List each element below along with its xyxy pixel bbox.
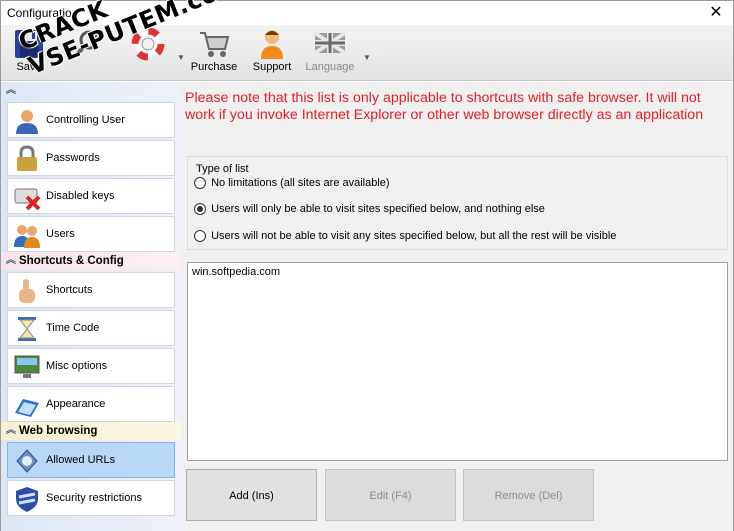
sidebar-item-shortcuts[interactable]: Shortcuts [7, 272, 175, 308]
edit-button[interactable]: Edit (F4) [325, 469, 456, 521]
support-button[interactable]: Support [249, 27, 295, 77]
sidebar-item-label: Allowed URLs [46, 454, 116, 466]
radio-button[interactable] [194, 230, 206, 243]
radio-no-limitations[interactable]: No limitations (all sites are available) [194, 177, 390, 193]
chevron-up-icon: ︽ [6, 85, 16, 96]
add-button[interactable]: Add (Ins) [186, 469, 317, 521]
section-title: Web browsing [19, 425, 98, 437]
support-label: Support [252, 61, 292, 73]
url-list[interactable]: win.softpedia.com [187, 262, 728, 461]
hand-pointer-icon [13, 277, 41, 305]
sidebar-item-passwords[interactable]: Passwords [7, 140, 175, 176]
shield-icon [13, 485, 41, 513]
notice-text: Please note that this list is only appli… [185, 90, 704, 123]
purchase-button[interactable]: Purchase [189, 27, 239, 77]
chevron-up-icon: ︽ [6, 425, 16, 436]
users-icon [13, 221, 41, 249]
sidebar-item-label: Controlling User [46, 114, 125, 126]
sidebar-item-appearance[interactable]: Appearance [7, 386, 175, 422]
sidebar-item-controlling-user[interactable]: Controlling User [7, 102, 175, 138]
purchase-label: Purchase [190, 61, 238, 73]
radio-label: Users will only be able to visit sites s… [211, 203, 545, 216]
chevron-down-icon[interactable]: ▼ [177, 53, 185, 62]
shopping-cart-icon [197, 27, 231, 61]
sidebar-item-time-code[interactable]: Time Code [7, 310, 175, 346]
support-person-icon [255, 27, 289, 61]
sidebar-item-allowed-urls[interactable]: Allowed URLs [7, 442, 175, 478]
sidebar-item-users[interactable]: Users [7, 216, 175, 252]
sidebar-item-security-restrictions[interactable]: Security restrictions [7, 480, 175, 516]
sidebar-item-label: Users [46, 228, 75, 240]
chevron-down-icon[interactable]: ▼ [363, 53, 371, 62]
radio-label: Users will not be able to visit any site… [211, 230, 617, 243]
sidebar-item-label: Appearance [46, 398, 106, 410]
language-button[interactable]: Language ▼ [303, 27, 371, 77]
remove-button[interactable]: Remove (Del) [463, 469, 594, 521]
uk-flag-icon [313, 27, 347, 61]
sidebar-item-label: Misc options [46, 360, 108, 372]
main-panel: Please note that this list is only appli… [181, 82, 733, 531]
sidebar-item-label: Time Code [46, 322, 100, 334]
sidebar-item-disabled-keys[interactable]: Disabled keys [7, 178, 175, 214]
section-header-web-browsing[interactable]: ︽ Web browsing [1, 422, 181, 440]
radio-button[interactable] [194, 203, 206, 216]
sidebar: ︽ Controlling User Passwords Disabled ke… [1, 82, 181, 531]
group-title: Type of list [196, 163, 249, 175]
radio-label: No limitations (all sites are available) [211, 177, 390, 190]
sidebar-item-label: Shortcuts [46, 284, 93, 296]
section-title: Shortcuts & Config [19, 255, 124, 267]
sidebar-item-label: Passwords [46, 152, 100, 164]
chevron-up-icon: ︽ [6, 255, 16, 266]
keyboard-disabled-icon [13, 183, 41, 211]
section-header-users[interactable]: ︽ [1, 82, 181, 100]
section-header-shortcuts-config[interactable]: ︽ Shortcuts & Config [1, 252, 181, 270]
configuration-window: Configuration ✕ Save ▼ Purchase Support … [0, 0, 734, 531]
laptop-pen-icon [13, 391, 41, 419]
close-icon[interactable]: ✕ [705, 3, 727, 23]
list-item[interactable]: win.softpedia.com [192, 266, 280, 278]
radio-only-listed-sites[interactable]: Users will only be able to visit sites s… [194, 203, 545, 219]
radio-block-listed-sites[interactable]: Users will not be able to visit any site… [194, 230, 616, 246]
sidebar-item-misc-options[interactable]: Misc options [7, 348, 175, 384]
sidebar-item-label: Disabled keys [46, 190, 115, 202]
globe-arrow-icon [13, 447, 41, 475]
monitor-icon [13, 353, 41, 381]
sidebar-item-label: Security restrictions [46, 492, 142, 504]
padlock-icon [13, 145, 41, 173]
language-label: Language [305, 61, 355, 73]
type-of-list-group: Type of list No limitations (all sites a… [187, 156, 728, 250]
controlling-user-icon [13, 107, 41, 135]
hourglass-icon [13, 315, 41, 343]
radio-button[interactable] [194, 177, 206, 190]
